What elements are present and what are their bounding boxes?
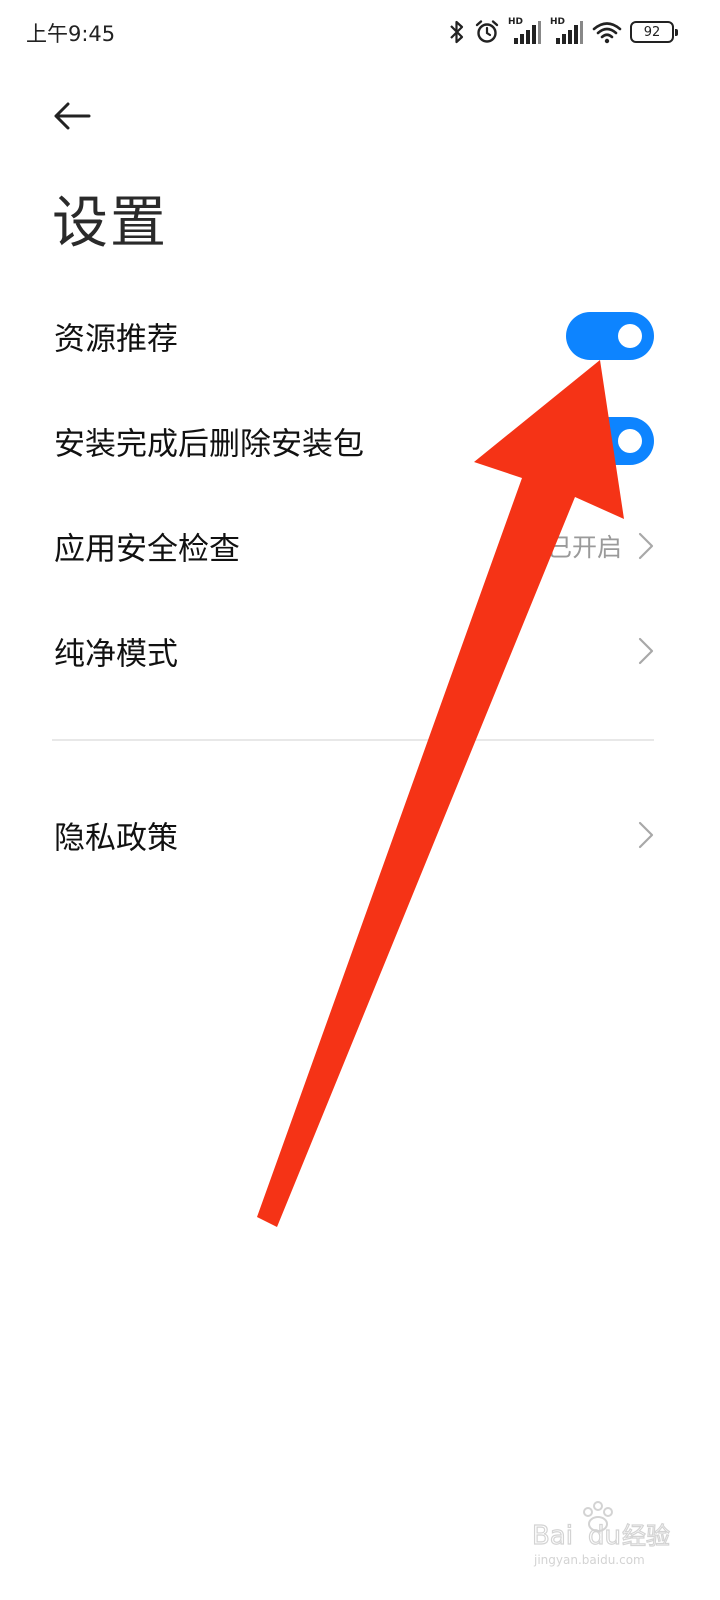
- status-bar: 上午9:45 HD HD 92: [0, 0, 720, 64]
- toggle-knob: [618, 428, 642, 453]
- svg-text:jingyan.baidu.com: jingyan.baidu.com: [533, 1553, 645, 1567]
- signal-icon: HD: [508, 18, 542, 46]
- settings-list: 资源推荐 安装完成后删除安装包 应用安全检查 已开启 纯净模式: [0, 283, 720, 703]
- delete-package-toggle[interactable]: [566, 416, 654, 465]
- svg-text:Bai: Bai: [532, 1521, 573, 1551]
- setting-privacy-policy[interactable]: 隐私政策: [0, 782, 720, 887]
- toggle-knob: [618, 323, 642, 348]
- arrow-left-icon: [54, 102, 91, 130]
- setting-resource-recommend[interactable]: 资源推荐: [0, 283, 720, 388]
- setting-label: 隐私政策: [54, 820, 178, 856]
- setting-label: 纯净模式: [54, 636, 178, 672]
- setting-value: 已开启: [546, 532, 622, 562]
- divider: [52, 739, 654, 741]
- wifi-icon: [592, 20, 622, 44]
- setting-label: 安装完成后删除安装包: [54, 426, 364, 462]
- resource-recommend-toggle[interactable]: [566, 311, 654, 360]
- chevron-right-icon: [638, 532, 654, 559]
- setting-app-security-check[interactable]: 应用安全检查 已开启: [0, 493, 720, 598]
- chevron-right-icon: [638, 637, 654, 664]
- page-title: 设置: [52, 191, 168, 256]
- back-button[interactable]: [44, 92, 100, 140]
- chevron-right-icon: [638, 821, 654, 848]
- status-time: 上午9:45: [26, 22, 116, 46]
- setting-delete-package[interactable]: 安装完成后删除安装包: [0, 388, 720, 493]
- status-icons: HD HD 92: [448, 16, 678, 48]
- svg-text:du: du: [588, 1521, 621, 1551]
- signal-icon: HD: [550, 18, 584, 46]
- bluetooth-icon: [448, 19, 466, 45]
- setting-pure-mode[interactable]: 纯净模式: [0, 598, 720, 703]
- setting-label: 资源推荐: [54, 321, 178, 357]
- svg-text:经验: 经验: [622, 1522, 670, 1550]
- alarm-icon: [474, 19, 500, 45]
- baidu-jingyan-watermark-icon: Bai du 经验 jingyan.baidu.com: [531, 1501, 671, 1567]
- setting-label: 应用安全检查: [54, 531, 240, 567]
- battery-level: 92: [643, 24, 661, 40]
- battery-icon: 92: [630, 21, 678, 43]
